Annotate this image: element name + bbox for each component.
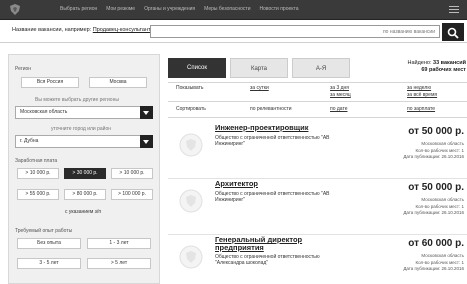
show-filter-month[interactable]: за месяц xyxy=(330,92,351,98)
divider xyxy=(168,82,467,83)
city-hint: уточните город или район xyxy=(51,126,112,132)
divider xyxy=(168,101,467,102)
filter-sidebar: Регион Вся Россия Москва Вы можете выбра… xyxy=(8,54,160,284)
vacancy-salary: от 50 000 р. xyxy=(408,126,464,137)
experience-option-button[interactable]: 3 - 5 лет xyxy=(17,258,81,269)
search-input[interactable] xyxy=(150,25,440,38)
tab-list[interactable]: Список xyxy=(168,58,226,78)
region-select[interactable]: Московская область xyxy=(15,106,153,119)
divider xyxy=(168,178,467,179)
search-bar: Название вакансии, например: Продавец-ко… xyxy=(0,21,467,43)
chevron-down-icon[interactable] xyxy=(140,135,153,148)
vacancy-card[interactable]: Архитектор Общество с ограниченной ответ… xyxy=(168,180,467,235)
salary-option-button[interactable]: > 10 000 р. xyxy=(111,168,153,179)
coat-of-arms-logo[interactable] xyxy=(8,3,22,17)
vacancy-card[interactable]: Генеральный директор предприятия Обществ… xyxy=(168,236,467,284)
vacancy-employer: Общество с ограниченной ответственностью… xyxy=(215,191,330,203)
experience-section-title: Требуемый опыт работы xyxy=(15,228,73,234)
experience-option-button[interactable]: > 5 лет xyxy=(87,258,151,269)
vacancy-region: Московская область xyxy=(421,197,464,202)
salary-option-button[interactable]: > 10 000 р. xyxy=(17,168,59,179)
vacancy-places: Кол-во рабочих мест: 1 xyxy=(415,260,465,265)
vacancy-title-link[interactable]: Генеральный директор предприятия xyxy=(215,236,305,252)
chevron-down-icon[interactable] xyxy=(140,106,153,119)
results-count-label: Найдено: xyxy=(407,60,432,66)
region-all-russia-button[interactable]: Вся Россия xyxy=(21,77,79,88)
top-navigation-bar: Выбрать регион Мои резюме Органы и учреж… xyxy=(0,0,467,20)
vacancy-places: Кол-во рабочих мест: 1 xyxy=(415,204,465,209)
show-filter-week[interactable]: за неделю xyxy=(407,85,431,91)
salary-option-button[interactable]: > 80 000 р. xyxy=(64,189,106,200)
vacancy-employer: Общество с ограниченной ответственностью… xyxy=(215,254,320,266)
results-places-count: 69 рабочих мест xyxy=(421,67,466,73)
region-hint: Вы можете выбрать другие регионы xyxy=(35,97,119,103)
nav-item-region[interactable]: Выбрать регион xyxy=(60,6,97,12)
tab-alphabet[interactable]: А-Я xyxy=(292,58,350,78)
vacancy-title-link[interactable]: Архитектор xyxy=(215,180,258,188)
divider xyxy=(168,117,467,118)
salary-option-button-selected[interactable]: > 30 000 р. xyxy=(64,168,106,179)
results-count: Найдено: 33 вакансий 69 рабочих мест xyxy=(390,60,467,74)
search-example-link[interactable]: Продавец-консультант xyxy=(93,27,151,33)
vacancy-region: Московская область xyxy=(421,141,464,146)
salary-option-button[interactable]: > 55 000 р. xyxy=(17,189,59,200)
sort-by-relevance[interactable]: по релевантности xyxy=(250,106,292,112)
nav-item-my-resumes[interactable]: Мои резюме xyxy=(106,6,135,12)
vacancy-card[interactable]: Инженер-проектировщик Общество с огранич… xyxy=(168,124,467,179)
show-filter-all-time[interactable]: за всё время xyxy=(407,92,437,98)
sort-label: Сортировать xyxy=(176,106,206,112)
vacancy-date: Дата публикации: 26.10.2016 xyxy=(403,210,464,215)
vacancy-region: Московская область xyxy=(421,253,464,258)
search-hint: Название вакансии, например: Продавец-ко… xyxy=(12,27,151,33)
vacancy-title-link[interactable]: Инженер-проектировщик xyxy=(215,124,308,132)
search-icon xyxy=(447,27,459,39)
search-hint-label: Название вакансии, например: xyxy=(12,27,92,33)
vacancy-salary: от 50 000 р. xyxy=(408,182,464,193)
employer-emblem-icon xyxy=(179,189,203,213)
region-select-value: Московская область xyxy=(20,109,68,115)
experience-option-button[interactable]: 1 - 3 лет xyxy=(87,238,151,249)
show-filter-label: Показывать xyxy=(176,85,204,91)
employer-emblem-icon xyxy=(179,133,203,157)
nav-item-safety[interactable]: Меры безопасности xyxy=(204,6,250,12)
vacancy-salary: от 60 000 р. xyxy=(408,238,464,249)
top-nav-menu: Выбрать регион Мои резюме Органы и учреж… xyxy=(60,6,299,12)
employer-emblem-icon xyxy=(179,245,203,269)
region-moscow-button[interactable]: Москва xyxy=(89,77,147,88)
tab-map[interactable]: Карта xyxy=(230,58,288,78)
vacancy-date: Дата публикации: 26.10.2016 xyxy=(403,154,464,159)
show-filter-3days[interactable]: за 3 дня xyxy=(330,85,349,91)
vacancy-employer: Общество с ограниченной ответственностью… xyxy=(215,135,330,147)
city-select[interactable]: г. Дубна xyxy=(15,135,153,148)
region-section-title: Регион xyxy=(15,66,32,72)
divider xyxy=(168,234,467,235)
salary-section-title: Заработная плата xyxy=(15,158,58,164)
experience-option-button[interactable]: Без опыта xyxy=(17,238,81,249)
salary-specified-toggle[interactable]: с указанием з/п xyxy=(65,209,101,215)
hamburger-menu-icon[interactable] xyxy=(449,6,459,14)
show-filter-day[interactable]: за сутки xyxy=(250,85,269,91)
nav-item-organizations[interactable]: Органы и учреждения xyxy=(144,6,195,12)
vacancy-places: Кол-во рабочих мест: 1 xyxy=(415,148,465,153)
sort-by-date[interactable]: по дате xyxy=(330,106,347,112)
vacancy-date: Дата публикации: 26.10.2016 xyxy=(403,266,464,271)
nav-item-news[interactable]: Новости проекта xyxy=(259,6,298,12)
search-button[interactable] xyxy=(442,23,464,41)
results-vacancies-count: 33 вакансий xyxy=(433,60,466,66)
city-select-value: г. Дубна xyxy=(20,138,39,144)
salary-option-button[interactable]: > 100 000 р. xyxy=(111,189,153,200)
sort-by-salary[interactable]: по зарплате xyxy=(407,106,435,112)
